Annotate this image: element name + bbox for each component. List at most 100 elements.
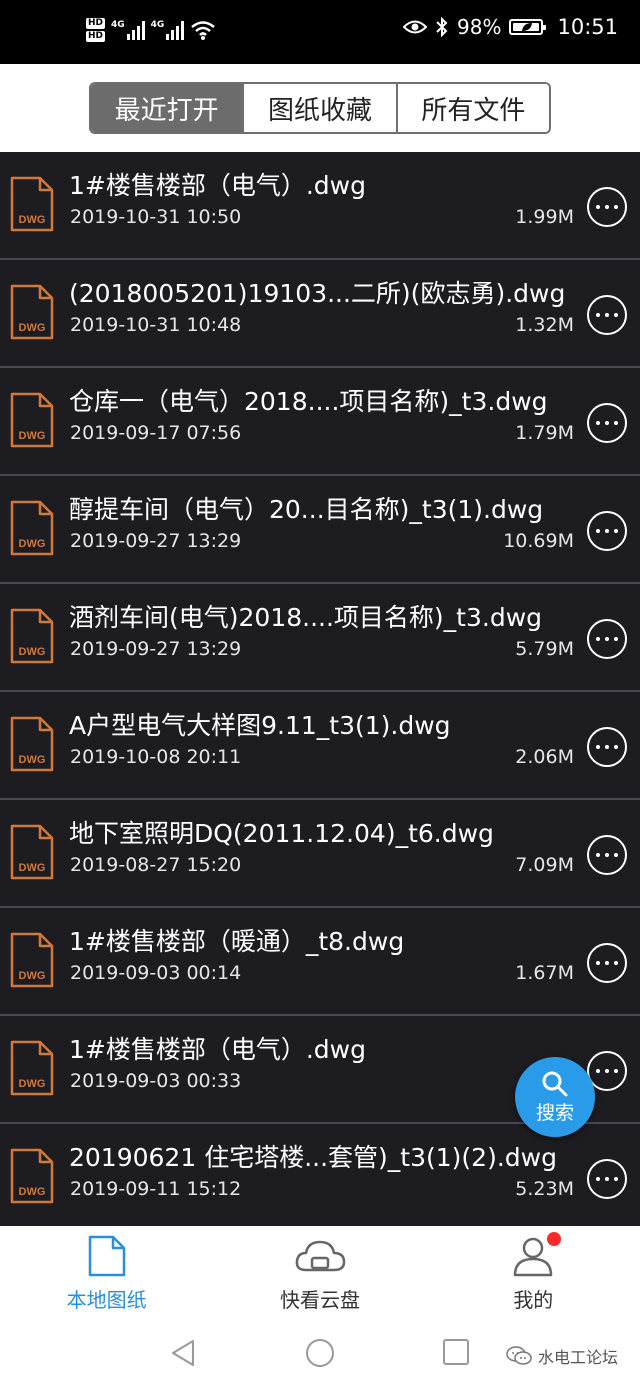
- more-options-button[interactable]: [587, 1159, 627, 1199]
- eye-icon: [403, 20, 428, 34]
- back-icon[interactable]: [170, 1338, 196, 1368]
- file-row[interactable]: DWG A户型电气大样图9.11_t3(1).dwg 2019-10-08 20:1…: [0, 692, 640, 800]
- file-date: 2019-09-27 13:29: [70, 638, 242, 660]
- file-row[interactable]: DWG 地下室照明DQ(2011.12.04)_t6.dwg 2019-08-27 …: [0, 800, 640, 908]
- segmented-control: 最近打开 图纸收藏 所有文件: [89, 82, 551, 134]
- dwg-file-icon-label: DWG: [19, 322, 46, 334]
- home-icon[interactable]: [305, 1338, 335, 1368]
- more-options-button[interactable]: [587, 295, 627, 335]
- nav-local-drawings[interactable]: 本地图纸: [0, 1226, 213, 1322]
- file-date: 2019-09-03 00:14: [70, 962, 242, 984]
- more-options-button[interactable]: [587, 403, 627, 443]
- notification-dot: [547, 1232, 562, 1246]
- tab-favorites[interactable]: 图纸收藏: [244, 84, 398, 132]
- file-row[interactable]: DWG 1#楼售楼部（电气）.dwg 2019-10-31 10:50 1.99M: [0, 152, 640, 260]
- watermark: 水电工论坛: [506, 1344, 618, 1368]
- file-size: 10.69M: [503, 530, 574, 552]
- file-name: (2018005201)19103...二所)(欧志勇).dwg: [69, 279, 566, 308]
- signal-bars-icon: [126, 20, 145, 40]
- signal-2: 4G: [151, 20, 185, 40]
- clock: 10:51: [557, 15, 618, 39]
- dwg-file-icon: DWG: [10, 608, 54, 664]
- battery-icon: [509, 19, 547, 35]
- file-row[interactable]: DWG 仓库一（电气）2018....项目名称)_t3.dwg 2019-09-17…: [0, 368, 640, 476]
- watermark-text: 水电工论坛: [538, 1348, 619, 1367]
- user-icon: [511, 1232, 562, 1278]
- more-options-button[interactable]: [587, 511, 627, 551]
- bottom-nav: 本地图纸 快看云盘 我的: [0, 1226, 640, 1322]
- file-date: 2019-10-08 20:11: [70, 746, 242, 768]
- recents-icon[interactable]: [442, 1338, 470, 1366]
- tab-recent[interactable]: 最近打开: [91, 84, 245, 132]
- nav-label: 快看云盘: [279, 1288, 360, 1312]
- file-date: 2019-10-31 10:48: [70, 314, 242, 336]
- bluetooth-icon: [436, 16, 448, 38]
- nav-profile[interactable]: 我的: [427, 1226, 640, 1322]
- network-label: 4G: [111, 20, 125, 30]
- signal-1: 4G: [111, 20, 145, 40]
- file-name: 1#楼售楼部（暖通）_t8.dwg: [69, 927, 405, 956]
- file-size: 1.32M: [515, 314, 574, 336]
- dwg-file-icon-label: DWG: [19, 646, 46, 658]
- app-screen: HD HD 4G 4G 98% 10:51 最近打开 图纸收藏 所有文件 DWG…: [0, 0, 640, 1387]
- battery-percent: 98%: [457, 15, 502, 39]
- file-date: 2019-09-03 00:33: [70, 1070, 242, 1092]
- wifi-icon: [191, 21, 216, 40]
- file-row[interactable]: DWG 醇提车间（电气）20...目名称)_t3(1).dwg 2019-09-27…: [0, 476, 640, 584]
- cloud-icon: [294, 1234, 346, 1278]
- file-name: 1#楼售楼部（电气）.dwg: [69, 171, 366, 200]
- file-name: 1#楼售楼部（电气）.dwg: [69, 1035, 366, 1064]
- dwg-file-icon: DWG: [10, 176, 54, 232]
- wechat-icon: [506, 1346, 532, 1365]
- more-options-button[interactable]: [587, 835, 627, 875]
- file-date: 2019-08-27 15:20: [70, 854, 242, 876]
- file-row[interactable]: DWG (2018005201)19103...二所)(欧志勇).dwg 2019-…: [0, 260, 640, 368]
- file-row[interactable]: DWG 1#楼售楼部（暖通）_t8.dwg 2019-09-03 00:14 1.67…: [0, 908, 640, 1016]
- dwg-file-icon: DWG: [10, 716, 54, 772]
- dwg-file-icon-label: DWG: [19, 1186, 46, 1198]
- file-size: 1.99M: [515, 206, 574, 228]
- dwg-file-icon-label: DWG: [19, 538, 46, 550]
- dwg-file-icon: DWG: [10, 1148, 54, 1204]
- system-nav-bar: 水电工论坛: [0, 1322, 640, 1387]
- dwg-file-icon-label: DWG: [19, 1078, 46, 1090]
- leaf-icon: [522, 23, 533, 31]
- tab-all-files[interactable]: 所有文件: [397, 84, 549, 132]
- more-options-button[interactable]: [587, 727, 627, 767]
- file-date: 2019-09-11 15:12: [70, 1178, 242, 1200]
- hd-badge: HD: [86, 31, 106, 42]
- file-size: 1.79M: [515, 422, 574, 444]
- dwg-file-icon-label: DWG: [19, 862, 46, 874]
- dwg-file-icon-label: DWG: [19, 754, 46, 766]
- file-row[interactable]: DWG 20190621 住宅塔楼...套管)_t3(1)(2).dwg 2019-…: [0, 1124, 640, 1226]
- nav-cloud-drive[interactable]: 快看云盘: [213, 1226, 426, 1322]
- more-options-button[interactable]: [587, 619, 627, 659]
- file-size: 7.09M: [515, 854, 574, 876]
- status-right-group: 98% 10:51: [403, 14, 618, 40]
- search-fab-button[interactable]: 搜索: [515, 1057, 595, 1137]
- file-name: 地下室照明DQ(2011.12.04)_t6.dwg: [69, 819, 494, 848]
- search-fab-label: 搜索: [535, 1101, 574, 1124]
- dwg-file-icon: DWG: [10, 500, 54, 556]
- dwg-file-icon-label: DWG: [19, 214, 46, 226]
- dwg-file-icon: DWG: [10, 284, 54, 340]
- file-size: 5.79M: [515, 638, 574, 660]
- hd-badges: HD HD: [86, 18, 106, 42]
- dwg-file-icon: DWG: [10, 392, 54, 448]
- file-date: 2019-09-27 13:29: [70, 530, 242, 552]
- more-options-button[interactable]: [587, 943, 627, 983]
- dwg-file-icon-label: DWG: [19, 430, 46, 442]
- file-row[interactable]: DWG 酒剂车间(电气)2018....项目名称)_t3.dwg 2019-09-2…: [0, 584, 640, 692]
- dwg-file-icon: DWG: [10, 1040, 54, 1096]
- file-size: 1.67M: [515, 962, 574, 984]
- search-icon: [542, 1071, 568, 1096]
- more-options-button[interactable]: [587, 187, 627, 227]
- file-size: 2.06M: [515, 746, 574, 768]
- signal-bars-icon: [166, 20, 185, 40]
- dwg-file-icon: DWG: [10, 932, 54, 988]
- nav-label: 我的: [513, 1288, 554, 1312]
- dwg-file-icon: DWG: [10, 824, 54, 880]
- status-left-group: HD HD 4G 4G: [86, 18, 216, 42]
- status-bar: HD HD 4G 4G 98% 10:51: [0, 0, 640, 64]
- nav-label: 本地图纸: [66, 1288, 147, 1312]
